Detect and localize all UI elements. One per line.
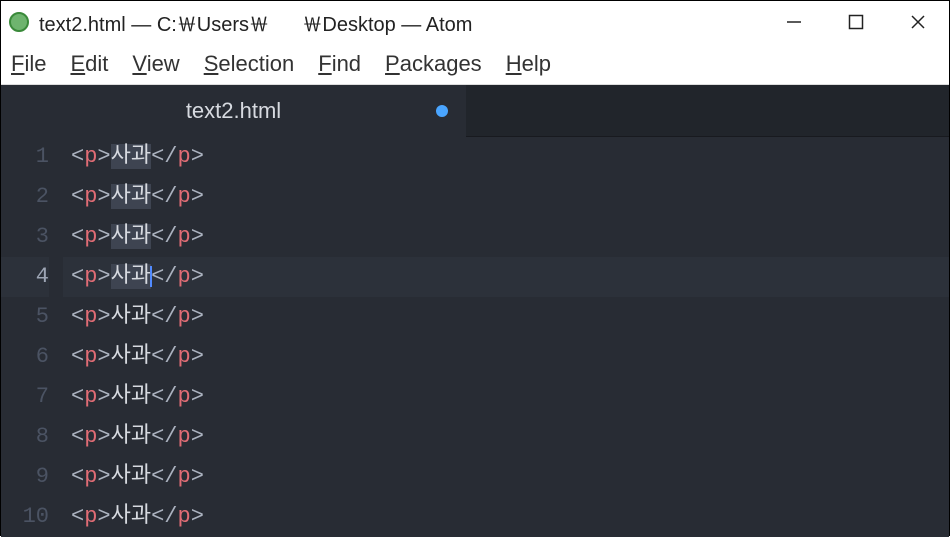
tab-text2-html[interactable]: text2.html — [1, 85, 466, 137]
gutter: 12345678910 — [1, 137, 63, 537]
minimize-button[interactable] — [763, 1, 825, 43]
menubar: File Edit View Selection Find Packages H… — [1, 43, 949, 85]
close-icon — [909, 13, 927, 31]
menu-packages[interactable]: Packages — [385, 51, 482, 77]
code-line[interactable]: <p>사과</p> — [63, 417, 949, 457]
editor[interactable]: 12345678910 <p>사과</p><p>사과</p><p>사과</p><… — [1, 137, 949, 537]
window-title: text2.html — C:￦Users￦ ￦Desktop — Atom — [39, 8, 763, 37]
menu-edit[interactable]: Edit — [70, 51, 108, 77]
tabbar-empty — [466, 85, 949, 137]
menu-selection[interactable]: Selection — [204, 51, 295, 77]
line-number: 3 — [1, 217, 49, 257]
line-number: 1 — [1, 137, 49, 177]
atom-icon — [9, 12, 29, 32]
code-line[interactable]: <p>사과</p> — [63, 137, 949, 177]
titlebar: text2.html — C:￦Users￦ ￦Desktop — Atom — [1, 1, 949, 43]
menu-help[interactable]: Help — [506, 51, 551, 77]
line-number: 5 — [1, 297, 49, 337]
code-line[interactable]: <p>사과</p> — [63, 377, 949, 417]
tab-label: text2.html — [186, 98, 281, 124]
menu-view[interactable]: View — [132, 51, 179, 77]
tabbar: text2.html — [1, 85, 949, 137]
menu-find[interactable]: Find — [318, 51, 361, 77]
code-line[interactable]: <p>사과</p> — [63, 497, 949, 537]
line-number: 7 — [1, 377, 49, 417]
code-line[interactable]: <p>사과</p> — [63, 297, 949, 337]
line-number: 6 — [1, 337, 49, 377]
close-button[interactable] — [887, 1, 949, 43]
line-number: 8 — [1, 417, 49, 457]
line-number: 2 — [1, 177, 49, 217]
minimize-icon — [785, 13, 803, 31]
code-line[interactable]: <p>사과</p> — [63, 177, 949, 217]
maximize-button[interactable] — [825, 1, 887, 43]
code-line[interactable]: <p>사과</p> — [63, 337, 949, 377]
code-line[interactable]: <p>사과</p> — [63, 257, 949, 297]
line-number: 4 — [1, 257, 49, 297]
menu-file[interactable]: File — [11, 51, 46, 77]
line-number: 9 — [1, 457, 49, 497]
window-controls — [763, 1, 949, 43]
maximize-icon — [848, 14, 864, 30]
code-line[interactable]: <p>사과</p> — [63, 217, 949, 257]
modified-indicator-icon — [436, 105, 448, 117]
code-area[interactable]: <p>사과</p><p>사과</p><p>사과</p><p>사과</p><p>사… — [63, 137, 949, 537]
code-line[interactable]: <p>사과</p> — [63, 457, 949, 497]
line-number: 10 — [1, 497, 49, 537]
